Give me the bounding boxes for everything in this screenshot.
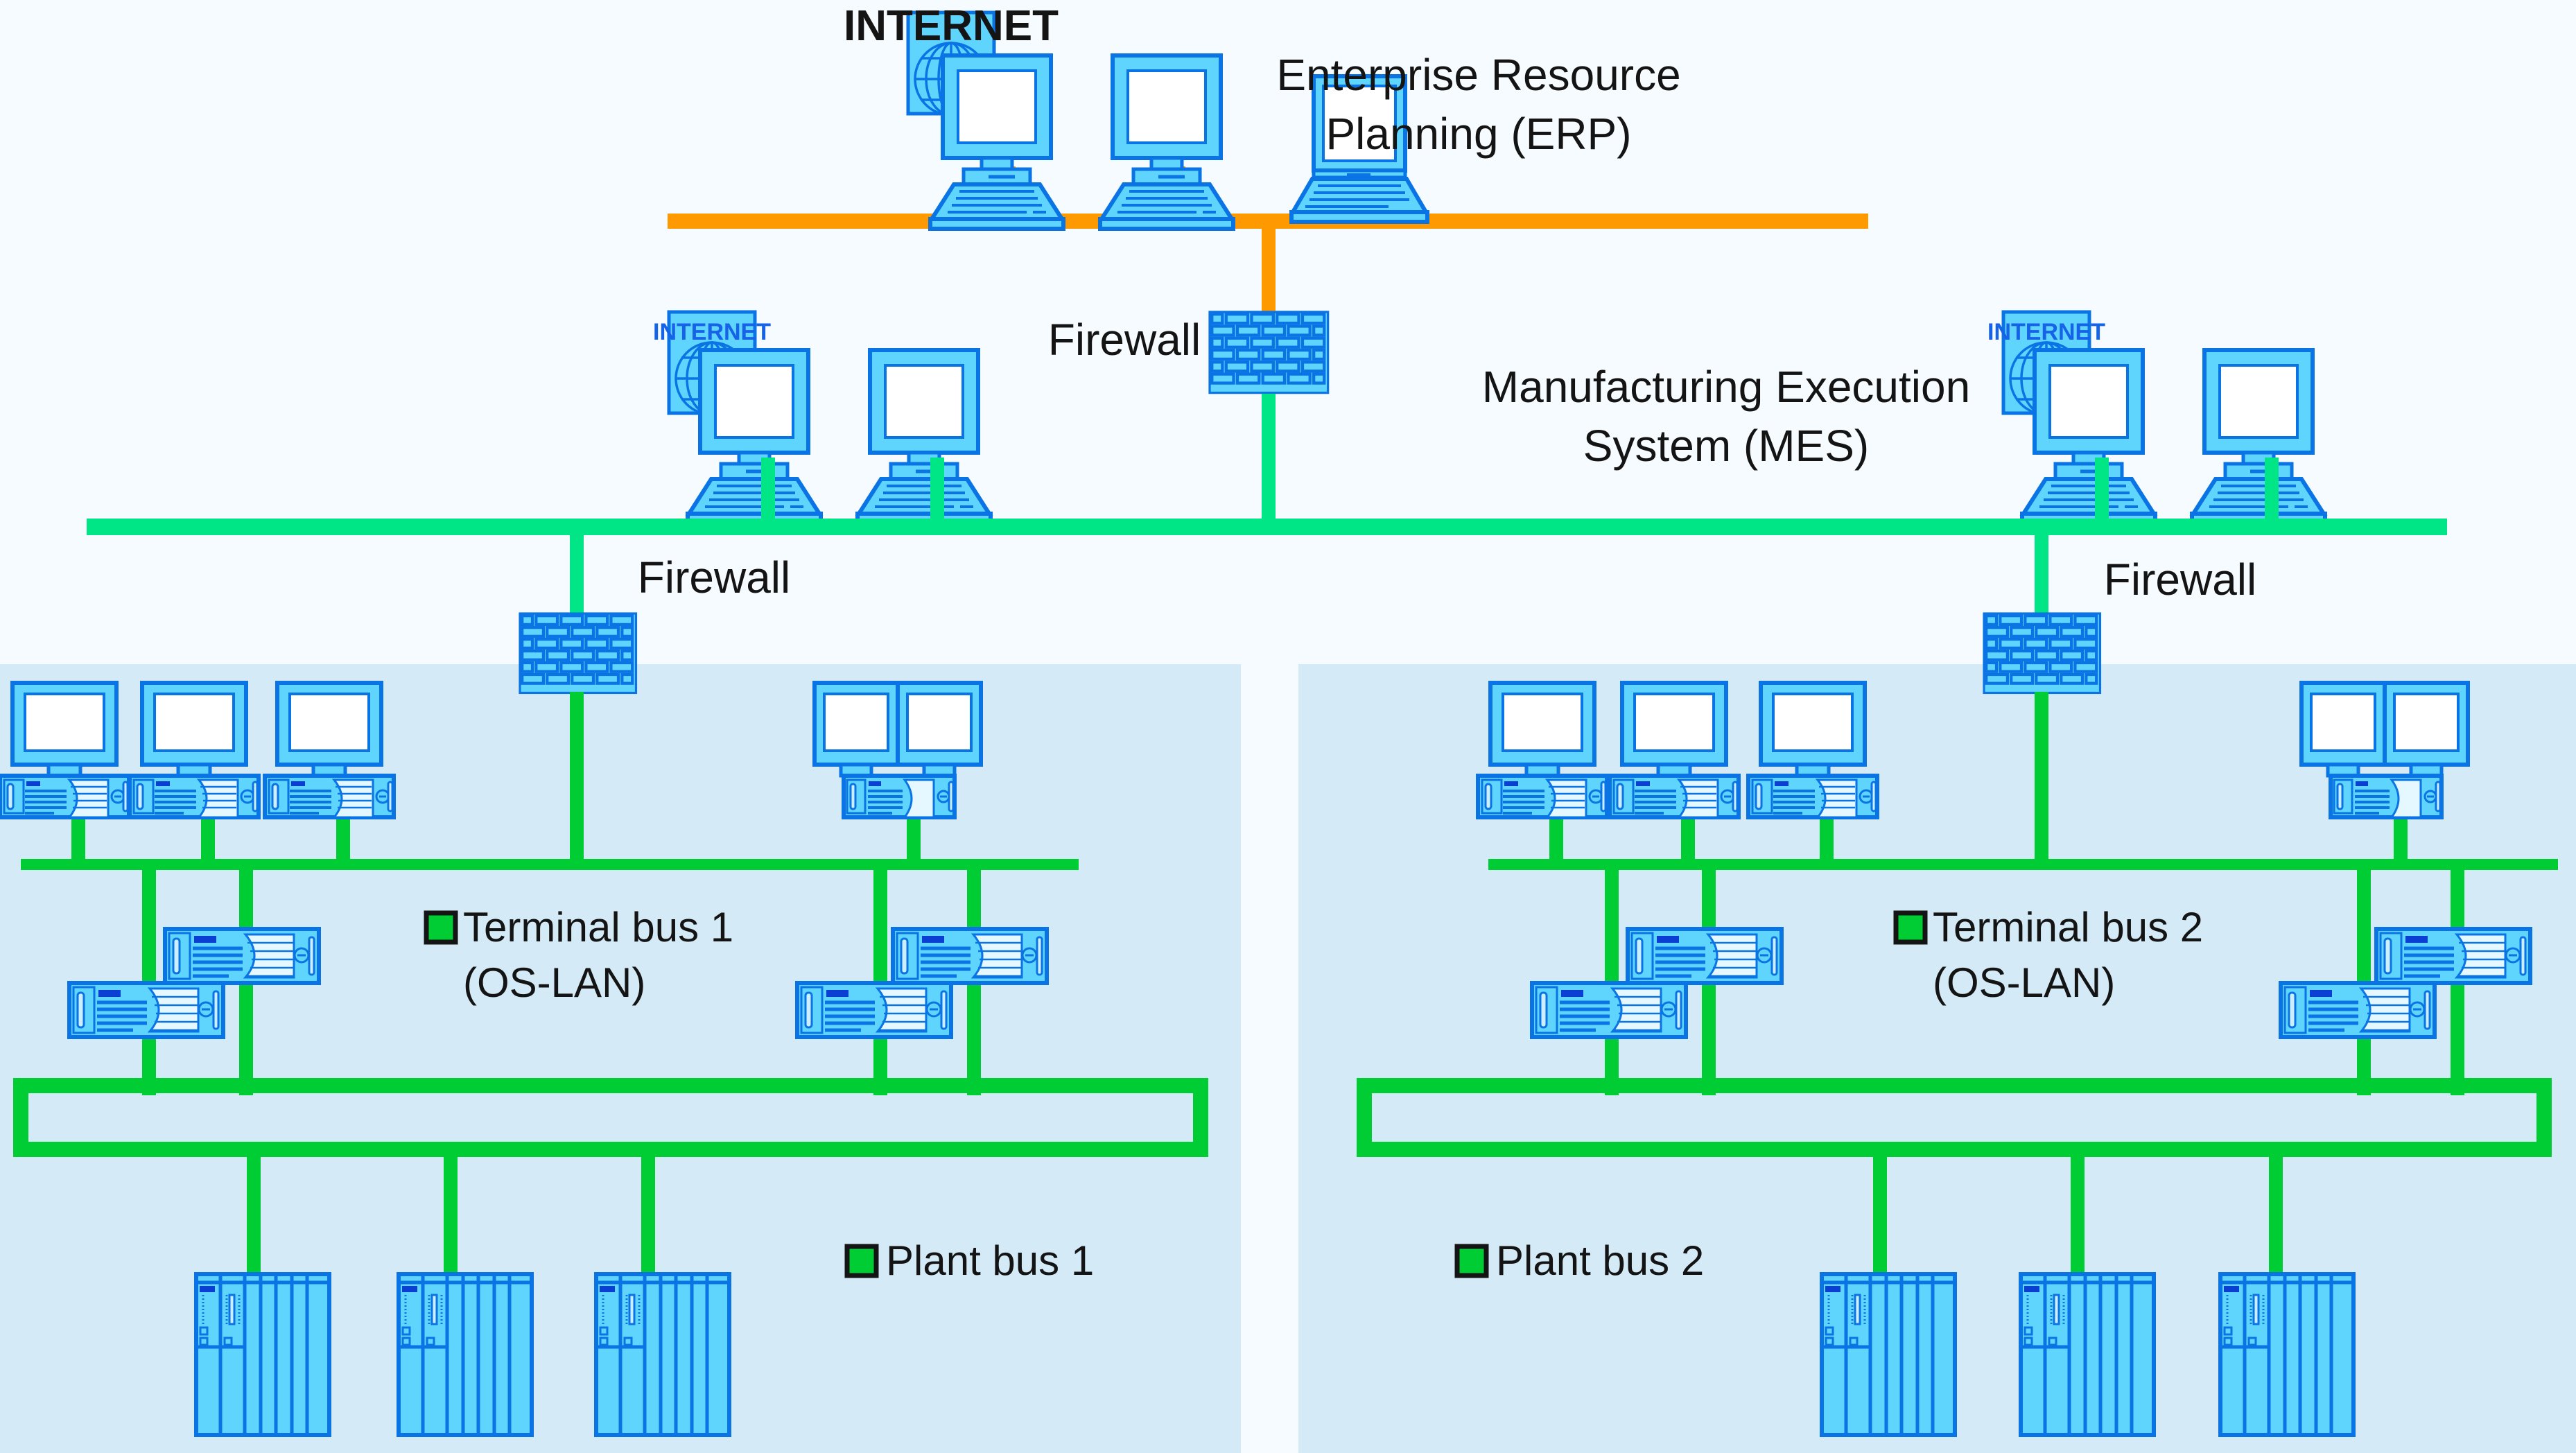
mes-label-line1: Manufacturing Execution — [1482, 362, 1970, 412]
zone-2-plc-rack-1 — [1822, 1274, 1955, 1435]
zone-1-server-2a — [893, 929, 1047, 983]
mes-desktop-right-2 — [2192, 350, 2325, 523]
plant-bus-1-legend-swatch — [844, 1244, 879, 1278]
network-diagram-canvas: INTERNET Enterprise Resource Planning (E… — [0, 0, 2576, 1453]
zone-2-plc-rack-2 — [2021, 1274, 2154, 1435]
terminal-bus-2-legend-label-line2: (OS-LAN) — [1933, 959, 2115, 1006]
mes-desktop-left-2 — [858, 350, 991, 523]
zone-1-workstation-1 — [0, 683, 129, 817]
zone-1-plc-rack-1 — [196, 1274, 329, 1435]
zone-1-plc-rack-2 — [399, 1274, 532, 1435]
plant-bus-1-legend-label: Plant bus 1 — [886, 1237, 1094, 1284]
zone-2-server-2b — [2281, 983, 2435, 1037]
plant-bus-2-legend-label: Plant bus 2 — [1496, 1237, 1704, 1284]
terminal-bus-2-legend-label-line1: Terminal bus 2 — [1933, 904, 2203, 950]
firewall-mes-terminal-1-label: Firewall — [638, 553, 790, 602]
zone-1-server-1a — [165, 929, 319, 983]
mes-desktop-right-1 — [2022, 350, 2155, 523]
zone-2-server-1b — [1532, 983, 1686, 1037]
internet-badge-erp-label: INTERNET — [844, 2, 1059, 50]
zone-1-server-2b — [797, 983, 951, 1037]
firewall-mes-terminal-2-label: Firewall — [2104, 555, 2256, 604]
zone-1-workstation-2 — [130, 683, 259, 817]
network-architecture-diagram: INTERNET Enterprise Resource Planning (E… — [0, 0, 2576, 1453]
erp-label-line2: Planning (ERP) — [1325, 109, 1631, 159]
plant-bus-2-legend-swatch — [1454, 1244, 1489, 1278]
terminal-bus-1-legend-label-line1: Terminal bus 1 — [463, 904, 733, 950]
terminal-bus-1-legend-label-line2: (OS-LAN) — [463, 959, 645, 1006]
erp-desktop-1 — [930, 55, 1063, 229]
terminal-bus-2-line — [1488, 859, 2558, 870]
zone-2-plc-rack-3 — [2220, 1274, 2353, 1435]
terminal-bus-1-legend-swatch — [424, 910, 458, 945]
zone-1-workstation-3 — [265, 683, 394, 817]
zone-2-workstation-1 — [1478, 683, 1607, 817]
firewall-erp-mes-icon[interactable] — [1210, 312, 1328, 393]
firewall-mes-terminal-1-icon[interactable] — [520, 614, 636, 693]
zone-2-server-2a — [2376, 929, 2530, 983]
zone-2-server-1a — [1628, 929, 1782, 983]
mes-label-line2: System (MES) — [1583, 421, 1869, 471]
zone-1-plc-rack-3 — [596, 1274, 729, 1435]
internet-badge-mes-right-label: INTERNET — [1987, 319, 2105, 345]
firewall-mes-terminal-2-icon[interactable] — [1984, 614, 2100, 693]
internet-badge-mes-left-label: INTERNET — [653, 319, 771, 345]
zone-2-workstation-3 — [1748, 683, 1877, 817]
firewall-erp-mes-label: Firewall — [1048, 315, 1201, 365]
zone-2-workstation-2 — [1610, 683, 1739, 817]
terminal-bus-2-legend-swatch — [1893, 910, 1928, 945]
zone-1-server-1b — [69, 983, 223, 1037]
mes-bus-line — [87, 519, 2447, 535]
erp-label-line1: Enterprise Resource — [1276, 50, 1680, 100]
terminal-bus-1-line — [21, 859, 1079, 870]
erp-desktop-2 — [1100, 55, 1233, 229]
mes-desktop-left-1 — [688, 350, 821, 523]
